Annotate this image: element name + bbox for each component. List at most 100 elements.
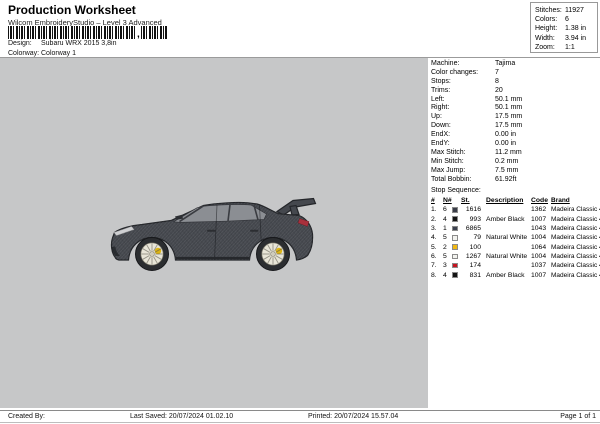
thread-color-swatch <box>452 207 458 213</box>
machine-info-row: Right:50.1 mm <box>431 104 598 113</box>
machine-info-label: Down: <box>431 122 495 131</box>
thread-code: 1362 <box>531 205 551 214</box>
machine-info-row: Color changes:7 <box>431 69 598 78</box>
swatch-cell <box>452 270 461 279</box>
stop-number: 4. <box>431 233 443 242</box>
stitch-count: 79 <box>461 233 483 242</box>
column-header-n: N# <box>443 196 452 205</box>
thread-code: 1043 <box>531 224 551 233</box>
swatch-cell <box>452 233 461 242</box>
summary-label: Height: <box>535 24 565 33</box>
swatch-cell <box>452 224 461 233</box>
thread-brand: Madeira Classic 40 <box>551 252 599 261</box>
stop-sequence-header-row: #N#St.DescriptionCodeBrand <box>431 196 599 205</box>
stitch-count: 6865 <box>461 224 483 233</box>
summary-label: Width: <box>535 34 565 43</box>
summary-value: 1:1 <box>565 44 575 51</box>
design-value: Subaru WRX 2015 3,8in <box>41 40 117 47</box>
thread-brand: Madeira Classic 40 <box>551 261 599 270</box>
machine-info-value: 0.00 in <box>495 131 516 138</box>
stop-number: 5. <box>431 242 443 251</box>
machine-info-label: Color changes: <box>431 69 495 78</box>
machine-info-value: 17.5 mm <box>495 122 522 129</box>
summary-row: Colors:6 <box>535 15 597 24</box>
thread-code: 1004 <box>531 252 551 261</box>
column-header-: # <box>431 196 443 205</box>
machine-info-value: 61.92ft <box>495 176 516 183</box>
front-wheel <box>136 238 169 271</box>
needle-number: 5 <box>443 233 452 242</box>
colorway-label: Colorway: <box>8 50 41 57</box>
swatch-cell <box>452 242 461 251</box>
machine-info-row: Down:17.5 mm <box>431 122 598 131</box>
stop-number: 7. <box>431 261 443 270</box>
machine-info-value: 20 <box>495 87 503 94</box>
last-saved-label: Last Saved: 20/07/2024 01.02.10 <box>130 413 233 420</box>
machine-info-row: Max Jump:7.5 mm <box>431 167 598 176</box>
thread-color-swatch <box>452 226 458 232</box>
thread-brand: Madeira Classic 40 <box>551 215 599 224</box>
summary-label: Stitches: <box>535 6 565 15</box>
thread-brand: Madeira Classic 40 <box>551 233 599 242</box>
stop-sequence-table: #N#St.DescriptionCodeBrand 1.616161362Ma… <box>431 196 599 280</box>
stitch-count: 993 <box>461 215 483 224</box>
page-number: Page 1 of 1 <box>560 413 596 420</box>
machine-info-row: Min Stitch:0.2 mm <box>431 158 598 167</box>
printed-label: Printed: 20/07/2024 15.57.04 <box>308 413 398 420</box>
summary-row: Zoom:1:1 <box>535 43 597 52</box>
needle-number: 4 <box>443 270 452 279</box>
stop-number: 8. <box>431 270 443 279</box>
thread-code: 1037 <box>531 261 551 270</box>
machine-info-label: EndX: <box>431 131 495 140</box>
stop-sequence-row: 1.616161362Madeira Classic 40 <box>431 205 599 214</box>
thread-color-swatch <box>452 272 458 278</box>
thread-code: 1064 <box>531 242 551 251</box>
machine-info-label: Trims: <box>431 87 495 96</box>
machine-info-value: 7 <box>495 69 499 76</box>
rear-wheel <box>257 238 290 271</box>
thread-color-swatch <box>452 263 458 269</box>
summary-row: Width:3.94 in <box>535 34 597 43</box>
needle-number: 5 <box>443 252 452 261</box>
stitch-count: 1616 <box>461 205 483 214</box>
machine-info-value: 8 <box>495 78 499 85</box>
machine-info-row: Left:50.1 mm <box>431 96 598 105</box>
machine-info-value: 7.5 mm <box>495 167 518 174</box>
swatch-cell <box>452 261 461 270</box>
production-worksheet-page: Production Worksheet Wilcom EmbroiderySt… <box>0 0 600 424</box>
machine-info-value: 0.2 mm <box>495 158 518 165</box>
thread-description: Natural White <box>483 252 531 261</box>
column-header-description: Description <box>483 196 531 205</box>
stop-sequence-row: 4.579Natural White1004Madeira Classic 40 <box>431 233 599 242</box>
machine-info-value: 0.00 in <box>495 140 516 147</box>
thread-description <box>483 224 531 233</box>
stop-sequence-body: 1.616161362Madeira Classic 402.4993Amber… <box>431 205 599 279</box>
thread-brand: Madeira Classic 40 <box>551 242 599 251</box>
design-row: Design:Subaru WRX 2015 3,8in <box>8 40 117 47</box>
machine-info-row: Up:17.5 mm <box>431 113 598 122</box>
machine-info-label: Max Jump: <box>431 167 495 176</box>
thread-code: 1007 <box>531 215 551 224</box>
thread-description: Amber Black <box>483 215 531 224</box>
needle-number: 3 <box>443 261 452 270</box>
machine-info-row: EndX:0.00 in <box>431 131 598 140</box>
machine-info-value: 50.1 mm <box>495 96 522 103</box>
info-panel: Machine:TajimaColor changes:7Stops:8Trim… <box>428 58 600 410</box>
stop-sequence-title: Stop Sequence: <box>431 187 481 194</box>
machine-info-label: Right: <box>431 104 495 113</box>
machine-info-value: 11.2 mm <box>495 149 522 156</box>
page-title: Production Worksheet <box>8 3 136 17</box>
thread-color-swatch <box>452 244 458 250</box>
thread-description <box>483 242 531 251</box>
stop-sequence-row: 8.4831Amber Black1007Madeira Classic 40 <box>431 270 599 279</box>
summary-value: 6 <box>565 16 569 23</box>
car-embroidery-graphic <box>106 192 320 274</box>
footer-divider <box>0 410 600 411</box>
thread-color-swatch <box>452 216 458 222</box>
machine-info-row: Stops:8 <box>431 78 598 87</box>
needle-number: 4 <box>443 215 452 224</box>
stop-sequence-row: 5.21001064Madeira Classic 40 <box>431 242 599 251</box>
machine-info-label: EndY: <box>431 140 495 149</box>
thread-code: 1004 <box>531 233 551 242</box>
machine-info-label: Up: <box>431 113 495 122</box>
